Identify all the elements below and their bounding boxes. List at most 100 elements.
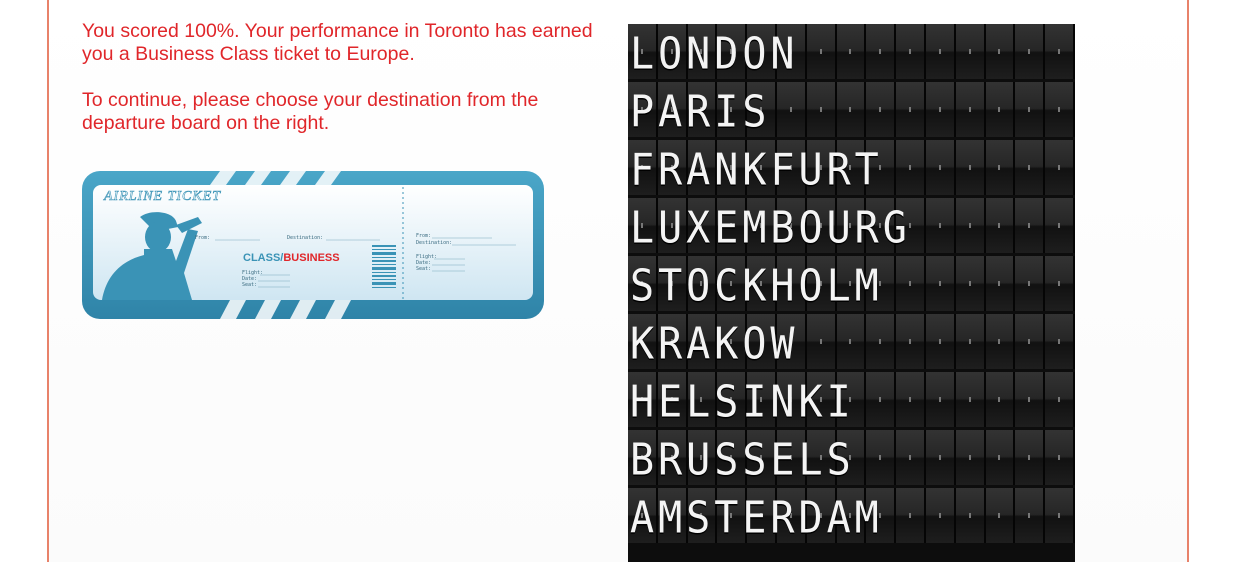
flap-tile bbox=[925, 256, 956, 311]
flap-tile bbox=[1045, 140, 1075, 195]
destination-label: BRUSSELS bbox=[630, 435, 855, 486]
flap-tile bbox=[1015, 256, 1046, 311]
flap-tile bbox=[925, 198, 956, 253]
destination-luxembourg[interactable]: LUXEMBOURG bbox=[628, 198, 1075, 254]
flap-tile bbox=[896, 372, 926, 427]
flap-tile bbox=[925, 372, 956, 427]
flap-tile bbox=[1015, 198, 1046, 253]
flap-tile bbox=[955, 82, 986, 137]
flap-tile bbox=[955, 24, 986, 79]
flap-tile bbox=[1045, 314, 1075, 369]
destination-label: AMSTERDAM bbox=[630, 493, 883, 544]
stub-seat-label: Seat: bbox=[416, 266, 431, 272]
flap-tile bbox=[1015, 314, 1046, 369]
destination-label: STOCKHOLM bbox=[630, 261, 883, 312]
flap-tile bbox=[836, 24, 867, 79]
class-value: BUSINESS bbox=[283, 252, 339, 264]
airline-ticket-image: AIRLINE TICKET From: Destination: Flight… bbox=[80, 169, 548, 321]
destination-paris[interactable]: PARIS bbox=[628, 82, 1075, 138]
ticket-header: AIRLINE TICKET bbox=[103, 189, 221, 204]
flap-tile bbox=[1015, 140, 1046, 195]
flap-tile bbox=[896, 256, 926, 311]
instruction-text: You scored 100%. Your performance in Tor… bbox=[82, 20, 602, 158]
stub-destination-label: Destination: bbox=[416, 240, 452, 246]
flap-tile bbox=[866, 82, 897, 137]
flap-tile bbox=[836, 314, 867, 369]
flap-tile bbox=[985, 24, 1016, 79]
destination-label: HELSINKI bbox=[630, 377, 855, 428]
class-label: CLASS/ bbox=[243, 252, 283, 264]
flap-tile bbox=[1045, 24, 1075, 79]
destination-frankfurt[interactable]: FRANKFURT bbox=[628, 140, 1075, 196]
from-label: From: bbox=[195, 235, 210, 241]
flap-tile bbox=[955, 488, 986, 543]
flap-tile bbox=[1015, 430, 1046, 485]
flap-tile bbox=[896, 314, 926, 369]
destination-label: PARIS bbox=[630, 87, 771, 138]
flap-tile bbox=[925, 24, 956, 79]
flap-tile bbox=[925, 430, 956, 485]
seat-label: Seat: bbox=[242, 282, 257, 288]
flap-tile bbox=[985, 372, 1016, 427]
content-panel: You scored 100%. Your performance in Tor… bbox=[49, 0, 1187, 562]
destination-amsterdam[interactable]: AMSTERDAM bbox=[628, 488, 1075, 544]
flap-tile bbox=[985, 198, 1016, 253]
flap-tile bbox=[806, 314, 837, 369]
flap-tile bbox=[896, 430, 926, 485]
flap-tile bbox=[1045, 82, 1075, 137]
flap-tile bbox=[1045, 256, 1075, 311]
stub-from-label: From: bbox=[416, 233, 431, 239]
flap-tile bbox=[925, 140, 956, 195]
flap-tile bbox=[1015, 24, 1046, 79]
destination-label: LUXEMBOURG bbox=[630, 203, 911, 254]
flap-tile bbox=[896, 488, 926, 543]
svg-text:CLASS/BUSINESS: CLASS/BUSINESS bbox=[243, 252, 340, 264]
flap-tile bbox=[925, 82, 956, 137]
frame-right-border bbox=[1187, 0, 1189, 562]
destination-stockholm[interactable]: STOCKHOLM bbox=[628, 256, 1075, 312]
flap-tile bbox=[1045, 372, 1075, 427]
flap-tile bbox=[925, 488, 956, 543]
flap-tile bbox=[896, 24, 926, 79]
flap-tile bbox=[955, 430, 986, 485]
flap-tile bbox=[955, 198, 986, 253]
flap-tile bbox=[836, 82, 867, 137]
flap-tile bbox=[866, 430, 897, 485]
flap-tile bbox=[866, 24, 897, 79]
flap-tile bbox=[955, 140, 986, 195]
flap-tile bbox=[896, 140, 926, 195]
flap-tile bbox=[776, 82, 807, 137]
flap-tile bbox=[806, 82, 837, 137]
flap-tile bbox=[1015, 82, 1046, 137]
flap-tile bbox=[925, 314, 956, 369]
destination-label: KRAKOW bbox=[630, 319, 799, 370]
flap-tile bbox=[1015, 488, 1046, 543]
flap-tile bbox=[1045, 430, 1075, 485]
score-message: You scored 100%. Your performance in Tor… bbox=[82, 20, 593, 65]
flap-tile bbox=[866, 372, 897, 427]
flap-tile bbox=[806, 24, 837, 79]
flap-tile bbox=[955, 256, 986, 311]
flap-tile bbox=[866, 314, 897, 369]
flap-tile bbox=[955, 314, 986, 369]
flap-tile bbox=[955, 372, 986, 427]
flap-tile bbox=[985, 82, 1016, 137]
destination-label: FRANKFURT bbox=[630, 145, 883, 196]
departure-board: LONDON PARIS FRANKFURT LUXEMBOURG STOCKHOLM K… bbox=[628, 24, 1075, 562]
flap-tile bbox=[985, 488, 1016, 543]
destination-london[interactable]: LONDON bbox=[628, 24, 1075, 80]
flap-tile bbox=[1015, 372, 1046, 427]
destination-label: LONDON bbox=[630, 29, 799, 80]
destination-label: Destination: bbox=[287, 235, 323, 241]
flap-tile bbox=[985, 314, 1016, 369]
flap-tile bbox=[985, 140, 1016, 195]
flap-tile bbox=[896, 82, 926, 137]
destination-krakow[interactable]: KRAKOW bbox=[628, 314, 1075, 370]
flap-tile bbox=[985, 430, 1016, 485]
flap-tile bbox=[985, 256, 1016, 311]
destination-helsinki[interactable]: HELSINKI bbox=[628, 372, 1075, 428]
flap-tile bbox=[1045, 488, 1075, 543]
continue-message: To continue, please choose your destinat… bbox=[82, 89, 539, 134]
flap-tile bbox=[1045, 198, 1075, 253]
destination-brussels[interactable]: BRUSSELS bbox=[628, 430, 1075, 486]
